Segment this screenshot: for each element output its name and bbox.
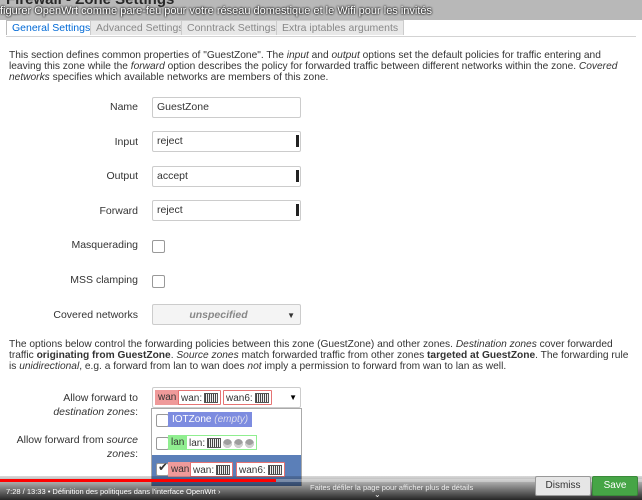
masquerading-checkbox[interactable]: [152, 240, 165, 253]
input-policy-value: reject: [157, 135, 183, 147]
device-label: wan:: [181, 393, 203, 404]
desc-text: The options below control the forwarding…: [9, 339, 456, 350]
select-caret-icon: [296, 204, 299, 216]
tab-conntrack-settings[interactable]: Conntrack Settings: [181, 20, 282, 35]
masquerading-label: Masquerading: [71, 239, 138, 251]
dest-zones-dropdown[interactable]: wan wan: wan6: ▼: [152, 387, 301, 408]
select-caret-icon: [296, 135, 299, 147]
video-title-overlay: figurer OpenWrt comme pare-feu pour votr…: [0, 0, 642, 20]
chevron-down-icon: ▼: [287, 311, 295, 320]
source-zones-label: Allow forward from source zones:: [10, 433, 138, 461]
ethernet-port-icon: [204, 393, 219, 404]
label-em: destination zones: [53, 406, 136, 418]
forward-policy-value: reject: [157, 204, 183, 216]
zone-description: This section defines common properties o…: [9, 50, 634, 83]
desc-em: not: [247, 361, 262, 372]
forwarding-description: The options below control the forwarding…: [9, 339, 634, 372]
label-text: :: [135, 448, 138, 460]
mss-clamping-label: MSS clamping: [70, 274, 138, 286]
device-label: wan:: [193, 465, 215, 476]
device-label: lan:: [189, 438, 206, 449]
tab-general-settings[interactable]: General Settings: [6, 20, 97, 35]
zone-chip-wan: wan: [168, 462, 193, 477]
output-label: Output: [106, 170, 138, 182]
zone-option-lan[interactable]: lan lan:: [152, 432, 301, 455]
zone-option-iotzone[interactable]: IOTZone (empty): [152, 409, 301, 432]
dest-zones-option-list: IOTZone (empty) lan lan: ✔ wan wan: wan6…: [151, 408, 302, 486]
video-progress-fill: [0, 479, 277, 482]
covered-networks-label: Covered networks: [53, 309, 138, 321]
device-chip-wan6: wan6:: [236, 462, 285, 477]
output-policy-select[interactable]: accept: [152, 166, 301, 187]
name-label: Name: [109, 101, 138, 113]
device-label: wan6:: [239, 465, 266, 476]
desc-text: imply a permission to forward from wan t…: [261, 361, 507, 372]
device-chip-wan6: wan6:: [223, 390, 272, 405]
ethernet-port-icon: [207, 438, 222, 449]
input-policy-select[interactable]: reject: [152, 131, 301, 152]
zone-empty-note: (empty): [214, 414, 249, 425]
label-text: Allow forward from: [16, 434, 107, 446]
forward-policy-select[interactable]: reject: [152, 200, 301, 221]
input-label: Input: [114, 136, 138, 148]
ethernet-port-icon: [254, 393, 269, 404]
name-input[interactable]: GuestZone: [152, 97, 301, 118]
video-chapter[interactable]: • Définition des politiques dans l'inter…: [48, 487, 221, 496]
port-down-icon: [245, 438, 255, 448]
port-down-icon: [234, 438, 244, 448]
video-title: figurer OpenWrt comme pare-feu pour votr…: [0, 5, 433, 17]
save-button[interactable]: Save: [592, 476, 638, 496]
ethernet-port-icon: [267, 465, 282, 476]
dest-zones-label: Allow forward to destination zones:: [10, 391, 138, 419]
desc-em: forward: [130, 61, 165, 72]
desc-em: Source zones: [176, 350, 239, 361]
mss-clamping-checkbox[interactable]: [152, 275, 165, 288]
tab-divider: [6, 36, 636, 37]
desc-em: input: [286, 50, 309, 61]
dismiss-button[interactable]: Dismiss: [535, 476, 591, 496]
tab-extra-iptables[interactable]: Extra iptables arguments: [276, 20, 405, 35]
desc-em: Destination zones: [455, 339, 537, 350]
ethernet-port-icon: [216, 465, 231, 476]
checkmark-icon: ✔: [158, 460, 169, 474]
desc-text: match forwarded traffic from other zones: [238, 350, 428, 361]
zone-chip-iotzone: IOTZone (empty): [168, 412, 253, 427]
covered-networks-select[interactable]: unspecified ▼: [152, 304, 301, 325]
desc-text: option describes the policy for forwarde…: [164, 61, 579, 72]
desc-em: output: [331, 50, 360, 61]
device-chip-wan: wan:: [190, 462, 234, 477]
desc-text: and: [308, 50, 332, 61]
scroll-hint: Faites défiler la page pour afficher plu…: [310, 483, 474, 492]
device-label: wan6:: [226, 393, 253, 404]
label-text: :: [135, 406, 138, 418]
zone-name: IOTZone: [172, 414, 212, 425]
video-time: 7:28 / 13:33: [6, 487, 46, 496]
covered-networks-value: unspecified: [189, 309, 248, 321]
output-policy-value: accept: [157, 170, 188, 182]
tab-advanced-settings[interactable]: Advanced Settings: [90, 20, 190, 35]
label-em: source zones: [106, 434, 138, 460]
desc-em: unidirectional: [19, 361, 80, 372]
desc-text: , e.g. a forward from lan to wan does: [79, 361, 248, 372]
desc-text: This section defines common properties o…: [9, 50, 287, 61]
desc-strong: targeted at GuestZone: [427, 350, 536, 361]
forward-label: Forward: [99, 205, 138, 217]
desc-strong: originating from GuestZone: [36, 350, 171, 361]
video-time-chapter: 7:28 / 13:33 • Définition des politiques…: [6, 487, 220, 496]
chevron-down-icon[interactable]: ⌄: [374, 490, 381, 499]
page-root: Firewall - Zone Settings figurer OpenWrt…: [0, 0, 642, 500]
select-caret-icon: [296, 170, 299, 182]
chevron-down-icon[interactable]: ▼: [289, 393, 297, 402]
desc-text: specifies which available networks are m…: [49, 72, 329, 83]
device-chip-wan: wan:: [178, 390, 222, 405]
port-down-icon: [223, 438, 233, 448]
label-text: Allow forward to: [63, 392, 138, 404]
device-chip-lan: lan:: [186, 435, 258, 450]
zone-chip-wan: wan: [155, 390, 180, 405]
zone-chip-lan: lan: [168, 435, 188, 450]
